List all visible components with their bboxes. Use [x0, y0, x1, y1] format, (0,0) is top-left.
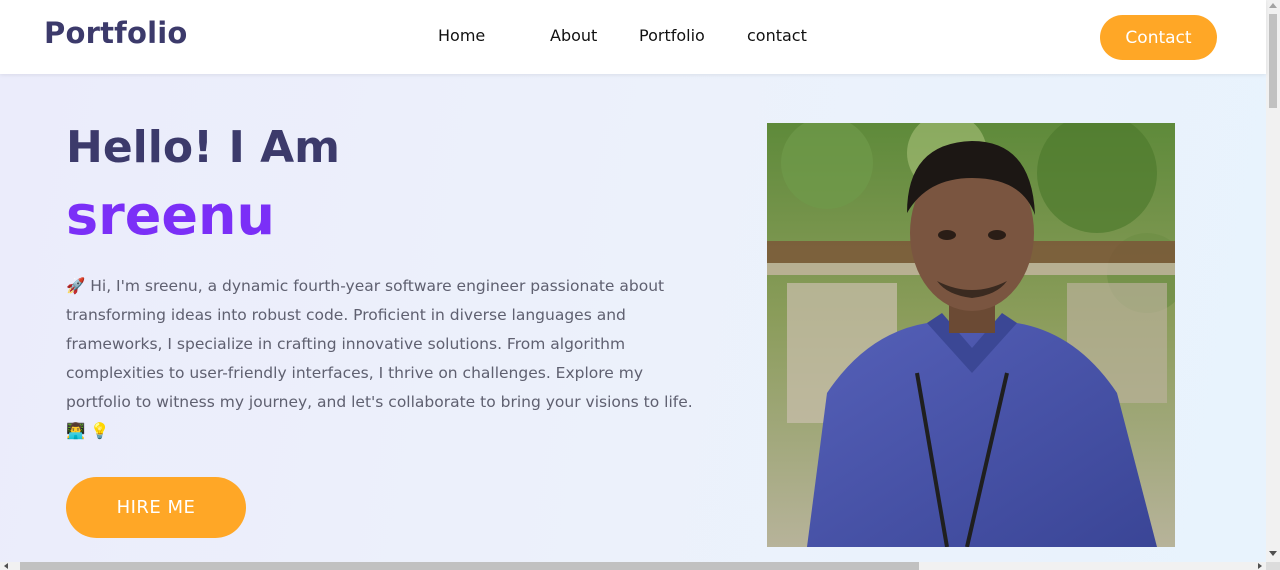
hero-section: Hello! I Am sreenu 🚀 Hi, I'm sreenu, a d…	[0, 74, 1266, 562]
vertical-scroll-thumb[interactable]	[1269, 14, 1277, 108]
hero-name: sreenu	[66, 184, 275, 247]
navbar: Portfolio Home About Portfolio contact C…	[0, 0, 1266, 74]
profile-photo	[767, 123, 1175, 547]
scroll-right-arrow-icon[interactable]	[1258, 563, 1262, 569]
vertical-scrollbar[interactable]	[1266, 0, 1280, 562]
hire-me-button[interactable]: HIRE ME	[66, 477, 246, 538]
contact-button[interactable]: Contact	[1100, 15, 1217, 60]
nav-link-portfolio[interactable]: Portfolio	[639, 26, 705, 45]
hero-greeting: Hello! I Am	[66, 122, 341, 173]
horizontal-scrollbar[interactable]	[0, 562, 1266, 570]
scrollbar-corner	[1266, 562, 1280, 570]
horizontal-scroll-thumb[interactable]	[20, 562, 919, 570]
nav-link-home[interactable]: Home	[438, 26, 485, 45]
scroll-up-arrow-icon[interactable]	[1269, 3, 1277, 8]
nav-link-about[interactable]: About	[550, 26, 597, 45]
scroll-down-arrow-icon[interactable]	[1269, 551, 1277, 556]
nav-link-contact[interactable]: contact	[747, 26, 807, 45]
scroll-left-arrow-icon[interactable]	[4, 563, 8, 569]
hero-bio: 🚀 Hi, I'm sreenu, a dynamic fourth-year …	[66, 277, 693, 440]
nav-links: Home About Portfolio contact	[0, 26, 1266, 48]
